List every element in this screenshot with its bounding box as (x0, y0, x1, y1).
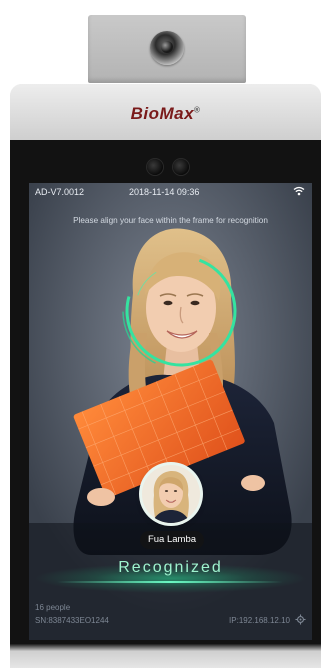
avatar-face-image (142, 465, 200, 523)
recognition-screen: AD-V7.0012 2018-11-14 09:36 Please align… (29, 183, 312, 640)
recognized-name: Fua Lamba (140, 531, 204, 549)
brand-logo: BioMax® (130, 104, 201, 123)
thermal-camera-module (88, 15, 246, 83)
serial-number: SN:8387433EO1244 (35, 616, 109, 625)
wifi-icon (293, 186, 305, 196)
people-count: 16 people (35, 603, 71, 612)
alignment-hint: Please align your face within the frame … (73, 216, 268, 225)
recognized-avatar (142, 465, 200, 523)
recognition-result: Recognized (118, 559, 223, 576)
terminal-bottom-rim (10, 644, 321, 668)
ir-sensor-right-icon (173, 159, 189, 175)
recognition-glow-line (57, 581, 283, 583)
face-detection-ring (122, 252, 240, 370)
terminal-top-panel: BioMax® (10, 84, 321, 140)
gear-icon[interactable] (295, 614, 306, 625)
ip-address: IP:192.168.12.10 (229, 616, 290, 625)
status-bar: AD-V7.0012 2018-11-14 09:36 (29, 183, 312, 201)
firmware-version: AD-V7.0012 (35, 187, 85, 197)
date-time: 2018-11-14 09:36 (129, 187, 200, 197)
ir-sensor-left-icon (147, 159, 163, 175)
camera-lens-icon (150, 31, 184, 65)
